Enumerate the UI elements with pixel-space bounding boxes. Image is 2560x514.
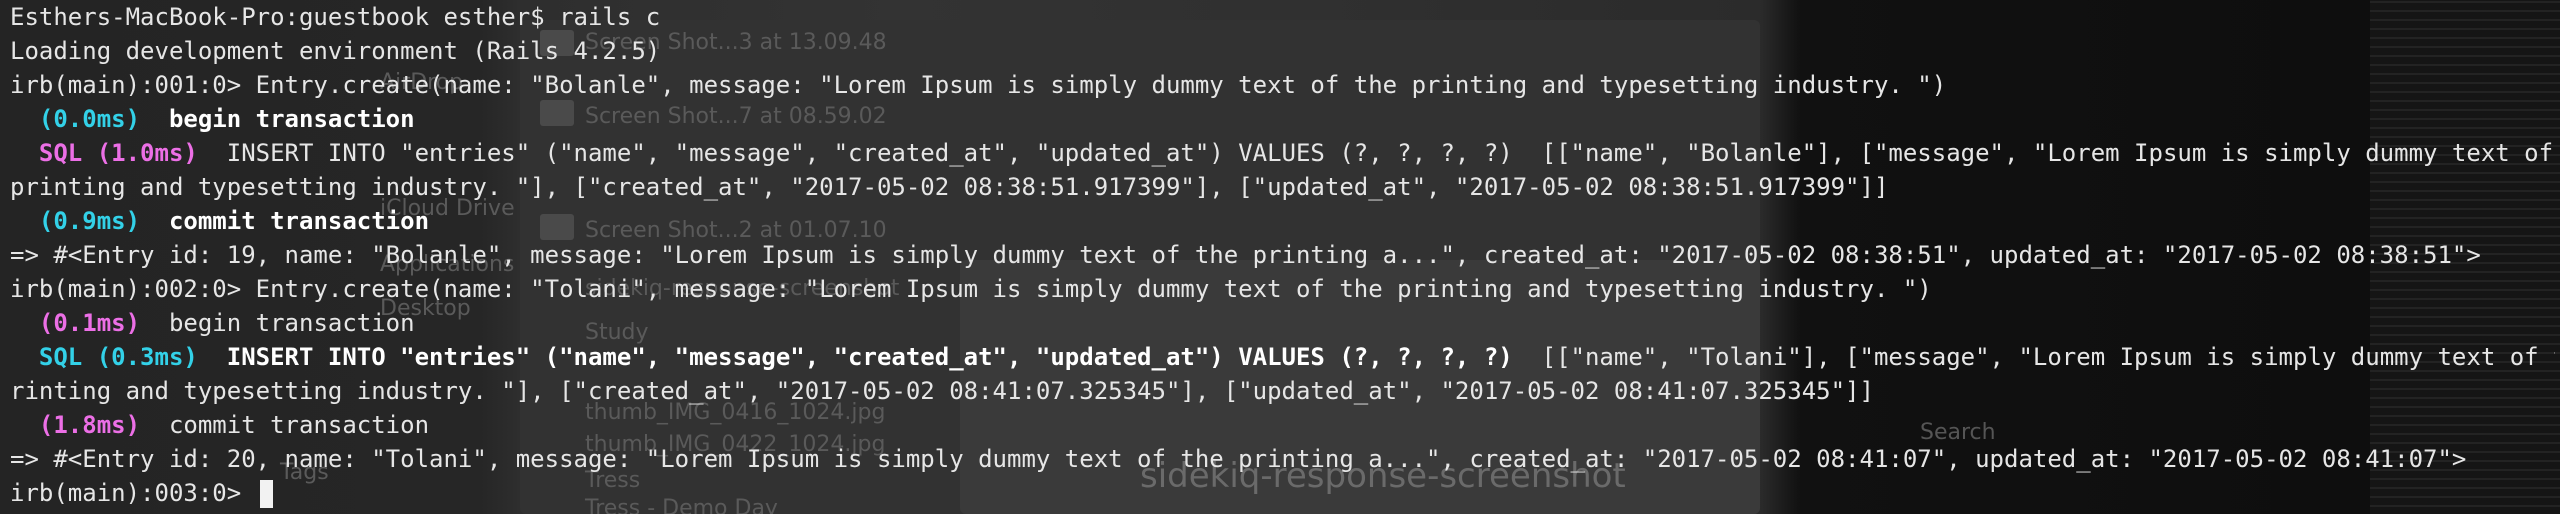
log-segment-magenta: SQL (1.0ms) xyxy=(10,139,198,167)
log-segment-magenta: (1.8ms) xyxy=(10,411,141,439)
terminal-line: rinting and typesetting industry. "], ["… xyxy=(10,374,2555,408)
log-segment: INSERT INTO "entries" ("name", "message"… xyxy=(197,139,2555,167)
terminal-line: irb(main):003:0> xyxy=(10,476,2555,510)
log-segment-cyan: SQL (0.3ms) xyxy=(10,343,198,371)
log-segment: => #<Entry id: 19, name: "Bolanle", mess… xyxy=(10,241,2481,269)
terminal-line: => #<Entry id: 20, name: "Tolani", messa… xyxy=(10,442,2555,476)
terminal-line: => #<Entry id: 19, name: "Bolanle", mess… xyxy=(10,238,2555,272)
log-segment-boldw: commit transaction xyxy=(140,207,430,235)
log-segment: printing and typesetting industry. "], [… xyxy=(10,173,1889,201)
terminal-line: (1.8ms) commit transaction xyxy=(10,408,2555,442)
terminal-line: SQL (1.0ms) INSERT INTO "entries" ("name… xyxy=(10,136,2555,170)
log-segment: Esthers-MacBook-Pro:guestbook esther$ ra… xyxy=(10,3,661,31)
terminal-line: (0.9ms) commit transaction xyxy=(10,204,2555,238)
log-segment: [["name", "Tolani"], ["message", "Lorem … xyxy=(1512,343,2555,371)
terminal-line: (0.1ms) begin transaction xyxy=(10,306,2555,340)
log-segment-boldw: begin transaction xyxy=(140,105,415,133)
log-segment-magenta: (0.1ms) xyxy=(10,309,141,337)
log-segment: irb(main):001:0> Entry.create(name: "Bol… xyxy=(10,71,1947,99)
log-segment: commit transaction xyxy=(140,411,430,439)
terminal-line: SQL (0.3ms) INSERT INTO "entries" ("name… xyxy=(10,340,2555,374)
log-segment: rinting and typesetting industry. "], ["… xyxy=(10,377,1874,405)
terminal-line: printing and typesetting industry. "], [… xyxy=(10,170,2555,204)
terminal-line: irb(main):002:0> Entry.create(name: "Tol… xyxy=(10,272,2555,306)
terminal-line: Loading development environment (Rails 4… xyxy=(10,34,2555,68)
terminal-line: irb(main):001:0> Entry.create(name: "Bol… xyxy=(10,68,2555,102)
log-segment: irb(main):002:0> Entry.create(name: "Tol… xyxy=(10,275,1932,303)
log-segment: irb(main):003:0> xyxy=(10,479,256,507)
log-segment: => #<Entry id: 20, name: "Tolani", messa… xyxy=(10,445,2467,473)
log-segment: begin transaction xyxy=(140,309,415,337)
log-segment-boldw: INSERT INTO "entries" ("name", "message"… xyxy=(197,343,1513,371)
terminal-output[interactable]: Esthers-MacBook-Pro:guestbook esther$ ra… xyxy=(10,0,2555,514)
terminal-line: Esthers-MacBook-Pro:guestbook esther$ ra… xyxy=(10,0,2555,34)
terminal-cursor xyxy=(259,480,273,508)
log-segment-cyan: (0.0ms) xyxy=(10,105,141,133)
log-segment-cyan: (0.9ms) xyxy=(10,207,141,235)
log-segment: Loading development environment (Rails 4… xyxy=(10,37,661,65)
terminal-line: (0.0ms) begin transaction xyxy=(10,102,2555,136)
